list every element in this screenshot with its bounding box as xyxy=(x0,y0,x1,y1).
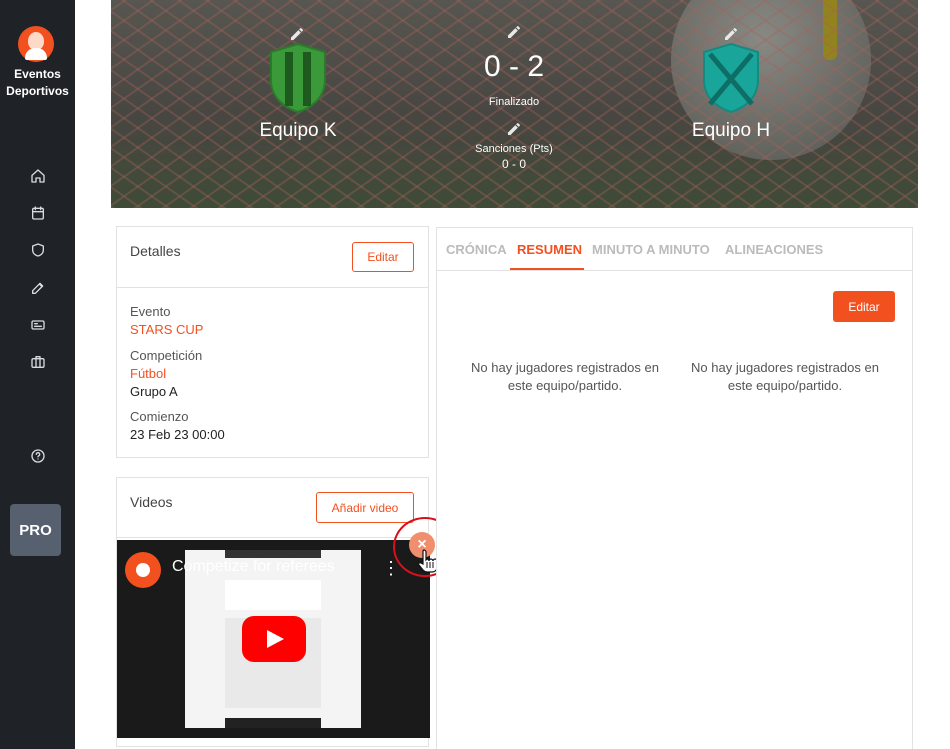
home-icon[interactable] xyxy=(28,166,48,186)
competition-link[interactable]: Fútbol xyxy=(130,366,166,381)
edit-sanctions-icon[interactable] xyxy=(506,121,522,137)
tab-alineaciones[interactable]: ALINEACIONES xyxy=(725,242,823,257)
group-value: Grupo A xyxy=(130,384,178,399)
match-score: 0 - 2 xyxy=(483,50,545,83)
add-video-button[interactable]: Añadir video xyxy=(316,492,414,523)
edit-icon[interactable] xyxy=(28,278,48,298)
home-empty-message: No hay jugadores registrados en este equ… xyxy=(471,360,659,393)
tab-resumen[interactable]: RESUMEN xyxy=(517,242,582,257)
play-icon[interactable] xyxy=(242,616,306,662)
details-edit-button[interactable]: Editar xyxy=(352,242,414,272)
home-team-name[interactable]: Equipo K xyxy=(238,120,358,142)
calendar-icon[interactable] xyxy=(28,203,48,223)
sanctions-label: Sanciones (Pts) xyxy=(475,143,553,155)
active-tab-indicator xyxy=(510,268,584,270)
home-team-crest[interactable] xyxy=(267,42,329,114)
details-divider xyxy=(117,287,428,288)
away-team-name[interactable]: Equipo H xyxy=(671,120,791,142)
start-label: Comienzo xyxy=(130,409,189,424)
away-empty-message: No hay jugadores registrados en este equ… xyxy=(691,360,879,393)
video-title[interactable]: Competize for referees xyxy=(172,558,335,576)
channel-logo[interactable] xyxy=(125,552,161,588)
match-status: Finalizado xyxy=(488,96,540,108)
edit-away-team-icon[interactable] xyxy=(723,26,739,42)
sidebar: Eventos Deportivos PRO xyxy=(0,0,75,749)
help-icon[interactable] xyxy=(28,446,48,466)
match-header: Equipo K 0 - 2 Finalizado Sanciones (Pts… xyxy=(111,0,918,208)
briefcase-icon[interactable] xyxy=(28,352,48,372)
shield-icon[interactable] xyxy=(28,240,48,260)
videos-title: Videos xyxy=(130,494,173,510)
hand-cursor-icon xyxy=(418,549,438,573)
tab-cronica[interactable]: CRÓNICA xyxy=(446,242,507,257)
videos-divider xyxy=(117,537,428,538)
id-card-icon[interactable] xyxy=(28,315,48,335)
tabs-divider xyxy=(437,270,912,271)
edit-score-icon[interactable] xyxy=(506,24,522,40)
event-link[interactable]: STARS CUP xyxy=(130,322,203,337)
sanctions-value: 0 - 0 xyxy=(501,157,526,171)
tab-minuto-a-minuto[interactable]: MINUTO A MINUTO xyxy=(592,242,710,257)
edit-home-team-icon[interactable] xyxy=(289,26,305,42)
away-team-crest[interactable] xyxy=(700,42,762,114)
summary-edit-button[interactable]: Editar xyxy=(833,291,895,322)
pro-button[interactable]: PRO xyxy=(10,504,61,556)
brand-name[interactable]: Eventos Deportivos xyxy=(0,66,75,100)
brand-logo[interactable] xyxy=(18,26,54,62)
start-value: 23 Feb 23 00:00 xyxy=(130,427,225,442)
details-title: Detalles xyxy=(130,243,181,259)
competition-label: Competición xyxy=(130,348,203,363)
event-label: Evento xyxy=(130,304,171,319)
video-player[interactable]: Competize for referees ⋮ xyxy=(117,540,430,738)
